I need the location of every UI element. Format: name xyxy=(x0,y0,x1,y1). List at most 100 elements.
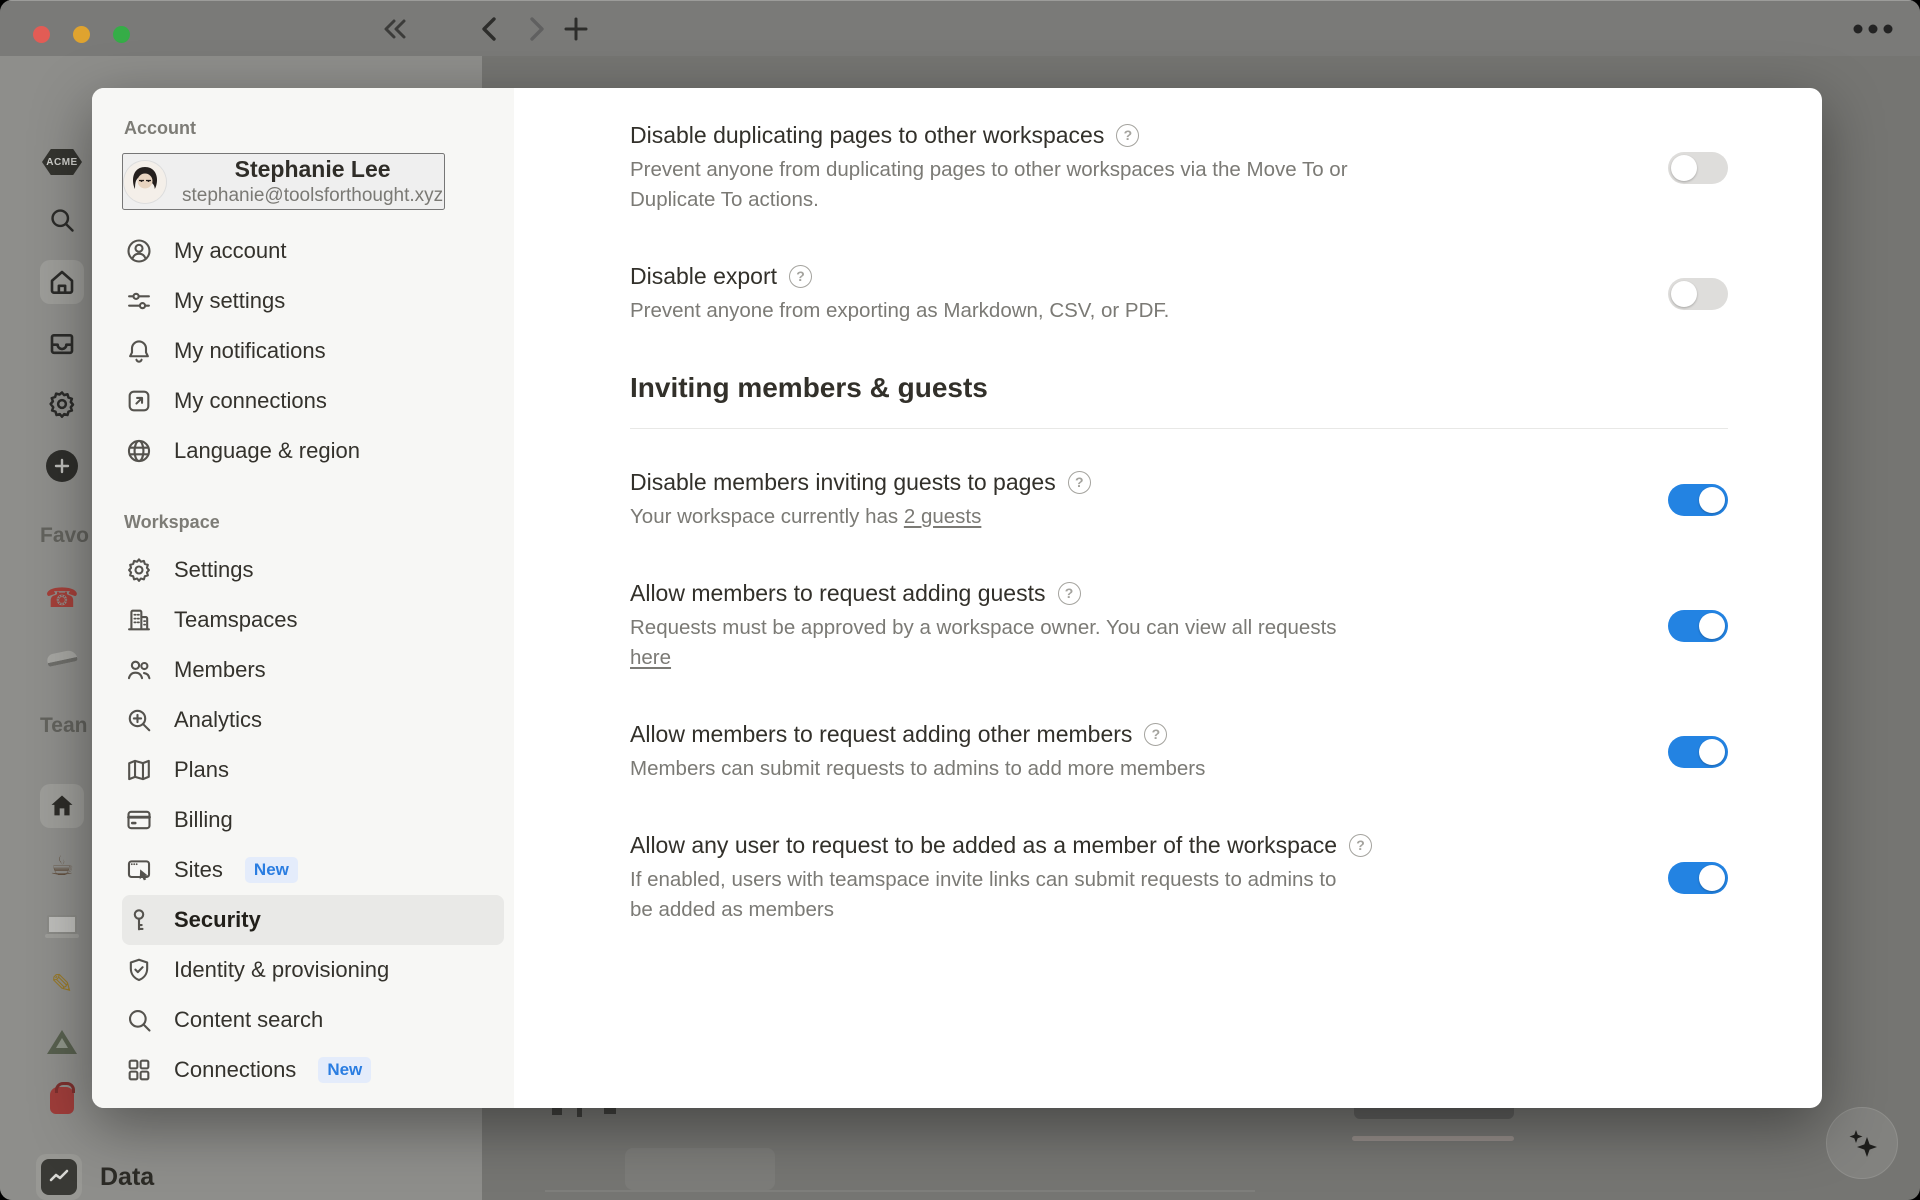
account-user-row[interactable]: Stephanie Lee stephanie@toolsforthought.… xyxy=(122,153,445,210)
setting-description: Members can submit requests to admins to… xyxy=(630,754,1480,784)
sidebar-item-security[interactable]: Security xyxy=(122,895,504,945)
screen: ACME Favo ☎ Tean ☕ xyxy=(0,0,1920,1200)
inbox-icon[interactable] xyxy=(40,322,84,366)
sidebar-item-my-connections[interactable]: My connections xyxy=(122,376,504,426)
setting-toggle[interactable] xyxy=(1668,862,1728,894)
teamspace-mountain-emoji-icon[interactable] xyxy=(40,1020,84,1064)
teamspace-coffee-emoji-icon[interactable]: ☕ xyxy=(40,844,84,888)
help-icon[interactable]: ? xyxy=(1116,124,1139,147)
sidebar-item-data[interactable]: Data xyxy=(36,1154,154,1200)
teamspaces-section-label: Tean xyxy=(40,714,87,738)
clipped-divider-fragment xyxy=(545,1190,1255,1192)
help-icon[interactable]: ? xyxy=(1349,834,1372,857)
setting-toggle[interactable] xyxy=(1668,736,1728,768)
clipped-text-fragment xyxy=(577,1108,582,1117)
key-icon xyxy=(124,905,154,935)
setting-row: Disable export ? Prevent anyone from exp… xyxy=(630,261,1728,326)
forward-icon[interactable] xyxy=(526,13,548,45)
building-icon xyxy=(124,605,154,635)
setting-description: If enabled, users with teamspace invite … xyxy=(630,865,1480,925)
setting-row: Disable duplicating pages to other works… xyxy=(630,120,1728,215)
app-window: ACME Favo ☎ Tean ☕ xyxy=(0,0,1920,1200)
setting-toggle[interactable] xyxy=(1668,610,1728,642)
clipped-divider-fragment xyxy=(1352,1136,1514,1141)
setting-toggle[interactable] xyxy=(1668,278,1728,310)
new-page-plus-icon[interactable] xyxy=(40,444,84,488)
help-icon[interactable]: ? xyxy=(789,265,812,288)
account-nav-list: My account My settings My notifications … xyxy=(122,226,506,476)
sites-window-icon xyxy=(124,855,154,885)
sidebar-item-my-settings[interactable]: My settings xyxy=(122,276,504,326)
account-section-heading: Account xyxy=(124,118,506,139)
people-icon xyxy=(124,655,154,685)
setting-row: Allow members to request adding guests ?… xyxy=(630,578,1728,673)
setting-row: Allow members to request adding other me… xyxy=(630,719,1728,784)
clipped-control-fragment xyxy=(1354,1108,1514,1119)
setting-description: Your workspace currently has 2 guests xyxy=(630,502,1480,532)
favorite-phone-emoji-icon[interactable]: ☎ xyxy=(40,576,84,620)
minimize-window-button[interactable] xyxy=(73,26,90,43)
collapse-sidebar-icon[interactable] xyxy=(380,13,410,45)
setting-title: Allow members to request adding other me… xyxy=(630,719,1132,749)
home-icon[interactable] xyxy=(40,260,84,304)
setting-description: Requests must be approved by a workspace… xyxy=(630,613,1480,673)
grid-icon xyxy=(124,1055,154,1085)
more-options-icon[interactable] xyxy=(1852,13,1894,45)
setting-description: Prevent anyone from duplicating pages to… xyxy=(630,155,1480,215)
sidebar-item-my-notifications[interactable]: My notifications xyxy=(122,326,504,376)
setting-title: Disable duplicating pages to other works… xyxy=(630,120,1104,150)
sidebar-item-teamspaces[interactable]: Teamspaces xyxy=(122,595,504,645)
teamspace-laptop-emoji-icon[interactable] xyxy=(40,902,84,946)
ai-assistant-button[interactable] xyxy=(1826,1107,1898,1179)
settings-content: Disable duplicating pages to other works… xyxy=(514,88,1822,1108)
sidebar-item-connections[interactable]: Connections New xyxy=(122,1045,504,1095)
clipped-text-fragment xyxy=(552,1108,562,1115)
sidebar-item-analytics[interactable]: Analytics xyxy=(122,695,504,745)
section-divider xyxy=(630,428,1728,429)
new-tab-icon[interactable] xyxy=(562,13,590,45)
globe-icon xyxy=(124,436,154,466)
sidebar-item-identity-provisioning[interactable]: Identity & provisioning xyxy=(122,945,504,995)
section-heading: Inviting members & guests xyxy=(630,372,1728,404)
setting-title: Disable export xyxy=(630,261,777,291)
help-icon[interactable]: ? xyxy=(1058,582,1081,605)
sidebar-item-settings[interactable]: Settings xyxy=(122,545,504,595)
person-circle-icon xyxy=(124,236,154,266)
workspace-nav-list: Settings Teamspaces Members Analytics Pl… xyxy=(122,545,506,1095)
setting-row: Disable members inviting guests to pages… xyxy=(630,467,1728,532)
favorite-sneaker-emoji-icon[interactable] xyxy=(40,636,84,680)
shield-check-icon xyxy=(124,955,154,985)
setting-title: Allow members to request adding guests xyxy=(630,578,1046,608)
new-badge: New xyxy=(318,1057,371,1083)
teamspace-home-icon[interactable] xyxy=(40,784,84,828)
workspace-logo[interactable]: ACME xyxy=(42,149,82,175)
help-icon[interactable]: ? xyxy=(1144,723,1167,746)
sidebar-item-billing[interactable]: Billing xyxy=(122,795,504,845)
back-icon[interactable] xyxy=(478,13,500,45)
setting-toggle[interactable] xyxy=(1668,152,1728,184)
titlebar xyxy=(0,0,1920,56)
sidebar-item-my-account[interactable]: My account xyxy=(122,226,504,276)
user-name: Stephanie Lee xyxy=(182,155,443,184)
sidebar-item-content-search[interactable]: Content search xyxy=(122,995,504,1045)
setting-link[interactable]: 2 guests xyxy=(904,505,982,528)
sidebar-item-language-region[interactable]: Language & region xyxy=(122,426,504,476)
gear-icon xyxy=(124,555,154,585)
setting-title: Allow any user to request to be added as… xyxy=(630,830,1337,860)
zoom-window-button[interactable] xyxy=(113,26,130,43)
settings-gear-icon[interactable] xyxy=(40,382,84,426)
teamspace-backpack-emoji-icon[interactable] xyxy=(40,1078,84,1122)
sidebar-item-sites[interactable]: Sites New xyxy=(122,845,504,895)
map-icon xyxy=(124,755,154,785)
avatar xyxy=(124,161,166,203)
setting-toggle[interactable] xyxy=(1668,484,1728,516)
settings-rows: Disable duplicating pages to other works… xyxy=(630,120,1728,925)
help-icon[interactable]: ? xyxy=(1068,471,1091,494)
close-window-button[interactable] xyxy=(33,26,50,43)
sidebar-item-members[interactable]: Members xyxy=(122,645,504,695)
setting-link[interactable]: here xyxy=(630,646,671,669)
workspace-section-heading: Workspace xyxy=(124,512,506,533)
teamspace-pencil-emoji-icon[interactable]: ✎ xyxy=(40,962,84,1006)
sidebar-item-plans[interactable]: Plans xyxy=(122,745,504,795)
search-icon[interactable] xyxy=(40,198,84,242)
